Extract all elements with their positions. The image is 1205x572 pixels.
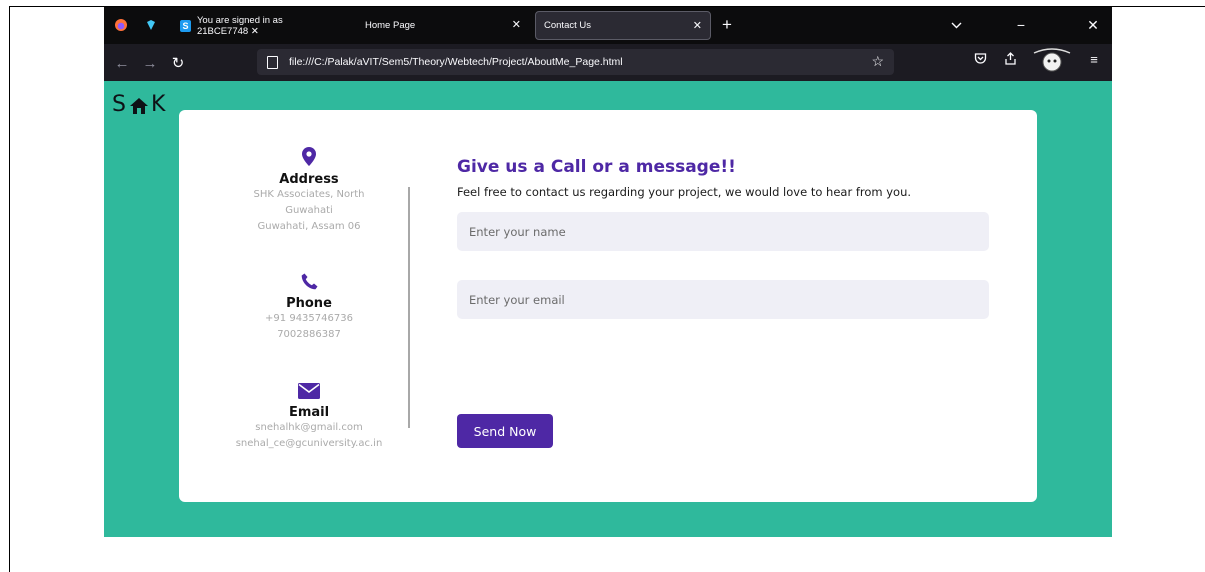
tab-favicon: S [180,19,191,32]
reload-icon[interactable]: ↻ [168,53,188,73]
tab-label: You are signed in as 21BCE7748 ✕ [196,14,283,37]
screenshot-border-left [9,6,10,572]
extension-icon[interactable] [142,16,160,34]
tab-label: Contact Us [544,20,591,31]
close-icon[interactable]: ✕ [512,18,521,31]
location-pin-icon [302,147,316,166]
column-divider [408,187,410,428]
close-window-button[interactable]: ✕ [1084,16,1102,34]
email-input[interactable] [457,280,989,319]
new-tab-button[interactable]: + [718,15,736,34]
address-line: SHK Associates, North [253,189,365,200]
address-title: Address [279,172,339,187]
tab-contact-us[interactable]: Contact Us ✕ [535,11,711,40]
form-title: Give us a Call or a message!! [457,157,736,177]
logo-letter-k: K [150,92,167,117]
tab-list-chevron-icon[interactable] [947,16,965,34]
name-input[interactable] [457,212,989,251]
close-icon[interactable]: ✕ [693,19,702,32]
send-now-button[interactable]: Send Now [457,414,553,448]
pocket-icon[interactable] [970,52,990,68]
email-title: Email [288,405,330,420]
avatar-icon[interactable] [1029,47,1075,80]
share-icon[interactable] [1000,52,1020,68]
phone-number[interactable]: +91 9435746736 [219,311,399,327]
address-line: Guwahati [285,205,333,216]
tab-signed-in[interactable]: S You are signed in as 21BCE7748 ✕ [172,11,342,40]
phone-title: Phone [286,296,332,311]
bookmark-star-icon[interactable]: ☆ [871,53,884,70]
phone-number[interactable]: 7002886387 [219,327,399,343]
back-icon[interactable]: ← [112,53,132,73]
house-icon [129,96,149,114]
form-subtitle: Feel free to contact us regarding your p… [457,185,912,199]
site-logo[interactable]: S K [112,92,166,117]
tab-home-page[interactable]: Home Page ✕ [357,11,529,40]
address-block: Address SHK Associates, North Guwahati G… [219,147,399,235]
tab-bar: S You are signed in as 21BCE7748 ✕ Home … [104,7,1112,44]
logo-letter-s: S [112,92,127,117]
url-bar[interactable]: file:///C:/Palak/aVIT/Sem5/Theory/Webtec… [257,49,894,75]
menu-icon[interactable]: ≡ [1084,52,1104,67]
minimize-button[interactable]: − [1012,16,1030,34]
email-address[interactable]: snehal_ce@gcuniversity.ac.in [219,436,399,452]
envelope-icon [298,383,320,399]
address-line: Guwahati, Assam 06 [257,221,361,232]
url-text[interactable]: file:///C:/Palak/aVIT/Sem5/Theory/Webtec… [289,56,623,68]
page-viewport: S K Address SHK Associates, North Guwaha… [104,81,1112,537]
email-address[interactable]: snehalhk@gmail.com [219,420,399,436]
contact-card: Address SHK Associates, North Guwahati G… [179,110,1037,502]
firefox-icon[interactable] [112,16,130,34]
forward-icon[interactable]: → [140,53,160,73]
tab-label: Home Page [365,20,416,31]
document-icon [267,55,278,69]
phone-block: Phone +91 9435746736 7002886387 [219,273,399,343]
browser-window: S You are signed in as 21BCE7748 ✕ Home … [104,7,1112,537]
phone-icon [301,273,317,290]
email-block: Email snehalhk@gmail.com snehal_ce@gcuni… [219,383,399,452]
